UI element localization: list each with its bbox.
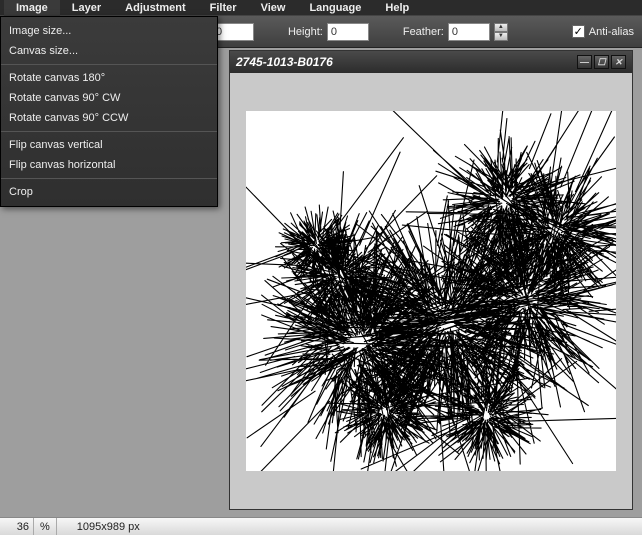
canvas-dimensions: 1095x989 px — [57, 521, 160, 533]
image-menu-dropdown: Image size... Canvas size... Rotate canv… — [0, 16, 218, 207]
document-title: 2745-1013-B0176 — [236, 55, 333, 69]
document-titlebar[interactable]: 2745-1013-B0176 — ☐ ✕ — [230, 51, 632, 73]
menu-layer[interactable]: Layer — [60, 0, 113, 16]
feather-stepper[interactable]: ▲ ▼ — [494, 23, 508, 41]
canvas-artwork — [246, 111, 616, 471]
menu-item-canvas-size[interactable]: Canvas size... — [1, 41, 217, 61]
zoom-unit: % — [34, 518, 57, 535]
menu-item-rotate-180[interactable]: Rotate canvas 180° — [1, 68, 217, 88]
feather-group: Feather: ▲ ▼ — [403, 23, 508, 41]
document-window: 2745-1013-B0176 — ☐ ✕ — [229, 50, 633, 510]
menu-filter[interactable]: Filter — [198, 0, 249, 16]
height-input[interactable] — [327, 23, 369, 41]
zoom-value[interactable]: 36 — [0, 518, 34, 535]
canvas[interactable] — [246, 111, 616, 471]
menu-divider — [1, 131, 217, 132]
menu-divider — [1, 64, 217, 65]
menu-item-rotate-90ccw[interactable]: Rotate canvas 90° CCW — [1, 108, 217, 128]
menu-image[interactable]: Image — [4, 0, 60, 16]
menu-adjustment[interactable]: Adjustment — [113, 0, 198, 16]
menu-help[interactable]: Help — [373, 0, 421, 16]
maximize-button[interactable]: ☐ — [594, 55, 609, 69]
menubar: Image Layer Adjustment Filter View Langu… — [0, 0, 642, 16]
close-button[interactable]: ✕ — [611, 55, 626, 69]
menu-item-crop[interactable]: Crop — [1, 182, 217, 202]
menu-view[interactable]: View — [249, 0, 298, 16]
height-group: Height: — [288, 23, 369, 41]
minimize-button[interactable]: — — [577, 55, 592, 69]
menu-divider — [1, 178, 217, 179]
menu-item-image-size[interactable]: Image size... — [1, 21, 217, 41]
antialias-label: Anti-alias — [589, 26, 634, 38]
feather-input[interactable] — [448, 23, 490, 41]
menu-language[interactable]: Language — [297, 0, 373, 16]
feather-step-up[interactable]: ▲ — [494, 23, 508, 32]
menu-item-flip-horizontal[interactable]: Flip canvas horizontal — [1, 155, 217, 175]
checkbox-icon: ✓ — [572, 25, 585, 38]
feather-step-down[interactable]: ▼ — [494, 32, 508, 41]
feather-label: Feather: — [403, 26, 444, 38]
width-input[interactable] — [212, 23, 254, 41]
statusbar: 36 % 1095x989 px — [0, 517, 642, 535]
menu-item-rotate-90cw[interactable]: Rotate canvas 90° CW — [1, 88, 217, 108]
antialias-checkbox[interactable]: ✓ Anti-alias — [572, 25, 634, 38]
canvas-area[interactable] — [230, 73, 632, 509]
menu-item-flip-vertical[interactable]: Flip canvas vertical — [1, 135, 217, 155]
height-label: Height: — [288, 26, 323, 38]
